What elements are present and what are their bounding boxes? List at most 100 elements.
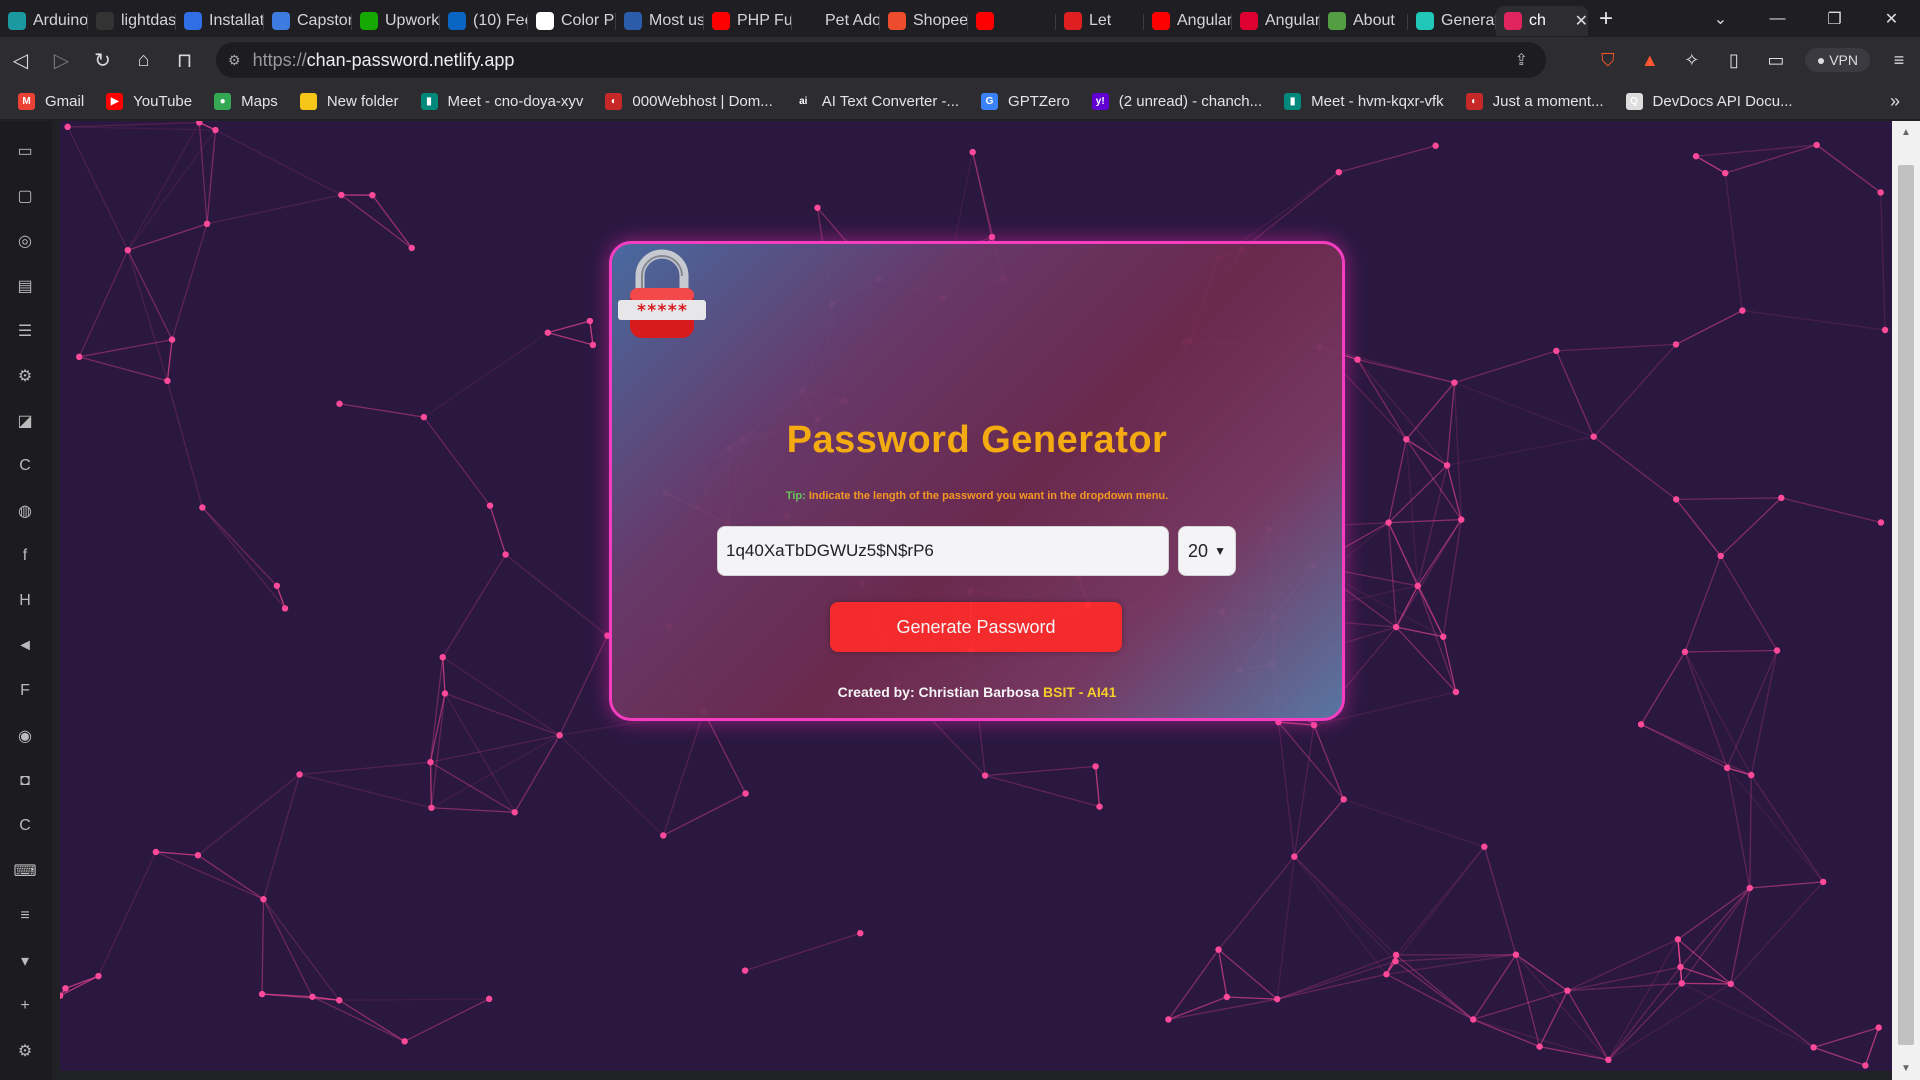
avatar-icon[interactable]: ◪: [13, 409, 37, 433]
spotify-icon[interactable]: ◉: [13, 724, 37, 748]
openai-icon[interactable]: ◎: [13, 229, 37, 253]
tab-15[interactable]: About: [1320, 6, 1408, 36]
network-line: [1388, 518, 1462, 524]
generate-password-button[interactable]: Generate Password: [830, 602, 1122, 652]
network-line: [1417, 519, 1462, 587]
minimize-icon[interactable]: —: [1749, 10, 1806, 28]
translate-icon[interactable]: ⌨: [13, 859, 37, 883]
page-scrollbar[interactable]: ▲ ▼: [1892, 121, 1920, 1080]
network-line: [1442, 636, 1457, 693]
close-window-icon[interactable]: ✕: [1863, 9, 1920, 29]
stack-icon[interactable]: ≡: [13, 904, 37, 928]
length-select[interactable]: 20 ▼: [1178, 526, 1236, 576]
tab-2[interactable]: Installation: [176, 6, 264, 36]
network-node: [969, 148, 976, 156]
tab-12[interactable]: Let: [1056, 6, 1144, 36]
tab-0[interactable]: Arduino: [0, 6, 88, 36]
bookmarks-more-icon[interactable]: »: [1890, 91, 1900, 112]
forward-icon[interactable]: ▷: [41, 48, 82, 73]
bookmark-item[interactable]: y! (2 unread) - chanch...: [1091, 92, 1262, 110]
home-icon[interactable]: ⌂: [123, 49, 164, 72]
bookmark-item[interactable]: Q DevDocs API Docu...: [1625, 92, 1793, 110]
menu-icon[interactable]: ≡: [1878, 50, 1920, 71]
c2-icon[interactable]: C: [13, 814, 37, 838]
bookmark-item[interactable]: ai AI Text Converter -...: [794, 92, 959, 110]
window-controls: ⌄ — ❐ ✕: [1692, 0, 1920, 37]
network-node: [1223, 993, 1231, 1001]
vpn-button[interactable]: ● VPN: [1804, 48, 1870, 72]
back-icon[interactable]: ◁: [0, 48, 41, 73]
site-info-icon[interactable]: ⚙: [228, 52, 241, 69]
f-icon[interactable]: F: [13, 679, 37, 703]
settings-icon[interactable]: ⚙: [13, 364, 37, 388]
download-icon[interactable]: ▾: [13, 949, 37, 973]
scroll-up-arrow-icon[interactable]: ▲: [1901, 127, 1911, 138]
tab-1[interactable]: lightdash: [88, 6, 176, 36]
sidebar-toggle-icon[interactable]: ▯: [1713, 50, 1755, 71]
chat-icon[interactable]: ◘: [13, 769, 37, 793]
extensions-icon[interactable]: ✧: [1671, 50, 1713, 71]
scroll-down-arrow-icon[interactable]: ▼: [1901, 1063, 1911, 1074]
new-tab-button[interactable]: +: [1588, 5, 1624, 33]
network-node: [152, 848, 160, 856]
tab-13[interactable]: Angular: [1144, 6, 1232, 36]
brave-shield-icon[interactable]: ⛉: [1587, 50, 1629, 71]
wallet-icon[interactable]: ▭: [1755, 50, 1797, 71]
facebook-icon[interactable]: f: [13, 544, 37, 568]
tab-10[interactable]: Shopee: [880, 6, 968, 36]
network-line: [201, 507, 286, 609]
tab-17[interactable]: ch ✕: [1496, 5, 1588, 36]
tab-7[interactable]: Most used: [616, 6, 704, 36]
reload-icon[interactable]: ↻: [82, 48, 123, 73]
bookmark-icon[interactable]: ⊓: [164, 48, 205, 73]
bookmark-item[interactable]: ▮ Meet - hvm-kqxr-vfk: [1284, 92, 1444, 110]
tab-label: Generator: [1441, 11, 1496, 29]
brave-rewards-icon[interactable]: ▲: [1629, 50, 1671, 71]
network-node: [1335, 168, 1343, 176]
tab-search-icon[interactable]: ⌄: [1692, 9, 1749, 29]
bookmark-item[interactable]: New folder: [299, 92, 399, 110]
tab-5[interactable]: (10) Feed: [440, 6, 528, 36]
tab-4[interactable]: Upwork: [352, 6, 440, 36]
tab-9[interactable]: Pet Adoption: [792, 6, 880, 36]
network-node: [336, 400, 343, 407]
network-node: [95, 972, 102, 980]
tab-6[interactable]: Color Picker: [528, 6, 616, 36]
reading-icon[interactable]: ☰: [13, 319, 37, 343]
ai-icon: ai: [794, 92, 812, 110]
bookmark-item[interactable]: ◐ Just a moment...: [1465, 92, 1604, 110]
network-line: [444, 692, 560, 736]
bookmark-item[interactable]: ● Maps: [214, 92, 278, 110]
tab-3[interactable]: Capstone: [264, 6, 352, 36]
gear-icon[interactable]: ⚙: [13, 1039, 37, 1063]
network-line: [1813, 1046, 1866, 1067]
scrollbar-thumb[interactable]: [1898, 165, 1914, 1045]
close-tab-icon[interactable]: ✕: [1575, 11, 1588, 31]
tab-16[interactable]: Generator: [1408, 6, 1496, 36]
bookmark-item[interactable]: ▶ YouTube: [106, 92, 192, 110]
bookmark-item[interactable]: M Gmail: [18, 92, 84, 110]
network-node: [556, 732, 563, 739]
flutter-icon[interactable]: ◄: [13, 634, 37, 658]
tab-8[interactable]: PHP Functions: [704, 6, 792, 36]
url-field[interactable]: ⚙ https:// chan-password.netlify.app ⇪: [216, 42, 1546, 78]
share-icon[interactable]: ⇪: [1515, 50, 1528, 70]
restore-icon[interactable]: ❐: [1806, 9, 1863, 29]
password-output-field[interactable]: [717, 526, 1169, 576]
chatgpt-icon[interactable]: ◍: [13, 499, 37, 523]
add-icon[interactable]: +: [13, 994, 37, 1018]
tab-14[interactable]: Angular: [1232, 6, 1320, 36]
bookmark-item[interactable]: ▮ Meet - cno-doya-xyv: [420, 92, 583, 110]
wallet-icon[interactable]: ▭: [13, 139, 37, 163]
tab-11[interactable]: [968, 6, 1056, 36]
h-icon[interactable]: H: [13, 589, 37, 613]
network-node: [1481, 843, 1488, 850]
network-line: [1405, 382, 1455, 440]
network-node: [1672, 341, 1680, 348]
bookmark-icon[interactable]: ▤: [13, 274, 37, 298]
bookmark-item[interactable]: ◐ 000Webhost | Dom...: [605, 92, 773, 110]
c-icon[interactable]: C: [13, 454, 37, 478]
network-line: [262, 993, 340, 1001]
bookmark-item[interactable]: G GPTZero: [981, 92, 1070, 110]
video-icon[interactable]: ▢: [13, 184, 37, 208]
